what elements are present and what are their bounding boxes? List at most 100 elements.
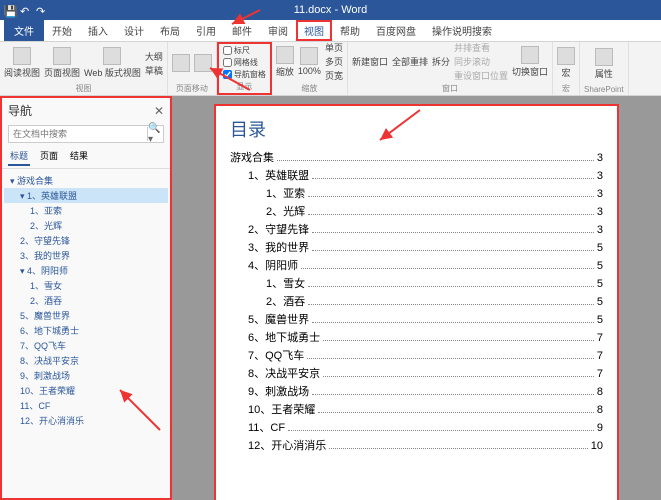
tab-10[interactable]: 操作说明搜索 [424,20,500,41]
toc-row[interactable]: 2、光辉3 [230,202,603,220]
tree-item[interactable]: 2、光辉 [4,218,168,233]
tree-item[interactable]: 11、CF [4,398,168,413]
reset-pos: 重设窗口位置 [454,69,508,82]
page-view[interactable]: 页面视图 [44,47,80,79]
tab-8[interactable]: 帮助 [332,20,368,41]
tab-file[interactable]: 文件 [4,20,44,41]
tab-9[interactable]: 百度网盘 [368,20,424,41]
toc-leader [312,232,594,233]
toc-row[interactable]: 7、QQ飞车7 [230,346,603,364]
tab-0[interactable]: 开始 [44,20,80,41]
zoom-multi[interactable]: 多页 [325,55,343,68]
pagemove-2[interactable] [194,54,212,72]
tab-1[interactable]: 插入 [80,20,116,41]
toc-row[interactable]: 1、英雄联盟3 [230,166,603,184]
toc-page: 3 [597,224,603,236]
toc-row[interactable]: 2、守望先锋3 [230,220,603,238]
switch-window[interactable]: 切换窗口 [512,46,548,78]
document-area[interactable]: 目录 游戏合集31、英雄联盟31、亚索32、光辉32、守望先锋33、我的世界54… [172,96,661,500]
tree-item[interactable]: ▾ 游戏合集 [4,173,168,188]
search-input[interactable] [9,129,147,139]
search-icon[interactable]: 🔍▾ [147,127,163,141]
tree-item[interactable]: 6、地下城勇士 [4,323,168,338]
zoom-one[interactable]: 单页 [325,41,343,54]
toc-page: 10 [591,440,603,452]
close-icon[interactable]: ✕ [154,104,164,118]
macro-button[interactable]: 宏 [557,47,575,79]
tree-item[interactable]: 1、雪女 [4,278,168,293]
toc-row[interactable]: 9、刺激战场8 [230,382,603,400]
toc-text: 2、酒吞 [230,293,305,309]
tab-4[interactable]: 引用 [188,20,224,41]
nav-search[interactable]: 🔍▾ [8,125,164,143]
ruler-checkbox[interactable]: 标尺 [223,45,266,56]
toc-text: 4、阴阳师 [230,257,298,273]
toc-leader [308,304,594,305]
tree-item[interactable]: 9、刺激战场 [4,368,168,383]
toc-row[interactable]: 1、雪女5 [230,274,603,292]
redo-icon[interactable]: ↷ [36,5,46,15]
toc-row[interactable]: 游戏合集3 [230,148,603,166]
tab-2[interactable]: 设计 [116,20,152,41]
navpane-checkbox[interactable]: 导航窗格 [223,69,266,80]
toc-row[interactable]: 2、酒吞5 [230,292,603,310]
toc-row[interactable]: 5、魔兽世界5 [230,310,603,328]
toc-leader [288,430,594,431]
tree-item[interactable]: 12、开心消消乐 [4,413,168,428]
toc-leader [312,322,594,323]
tree-item[interactable]: 8、决战平安京 [4,353,168,368]
toc-text: 1、雪女 [230,275,305,291]
group-macro: 宏 宏 [553,42,580,95]
toc-text: 9、刺激战场 [230,383,309,399]
tree-item[interactable]: ▾ 4、阴阳师 [4,263,168,278]
nav-tab-headings[interactable]: 标题 [8,147,30,166]
read-view[interactable]: 阅读视图 [4,47,40,79]
toc-leader [323,376,594,377]
pagemove-1[interactable] [172,54,190,72]
toc-leader [312,250,594,251]
tree-item[interactable]: 10、王者荣耀 [4,383,168,398]
group-pagemove: 页面移动 [168,42,217,95]
tree-item[interactable]: 2、守望先锋 [4,233,168,248]
zoom-100[interactable]: 100% [298,47,321,76]
toc-leader [312,178,594,179]
toc-row[interactable]: 4、阴阳师5 [230,256,603,274]
tab-5[interactable]: 邮件 [224,20,260,41]
properties-button[interactable]: 属性 [595,48,613,80]
outline-view[interactable]: 大纲 [145,50,163,63]
draft-view[interactable]: 草稿 [145,64,163,77]
tree-item[interactable]: 5、魔兽世界 [4,308,168,323]
save-icon[interactable]: 💾 [4,5,14,15]
toc-row[interactable]: 1、亚索3 [230,184,603,202]
nav-tabs: 标题 页面 结果 [2,145,170,169]
web-view[interactable]: Web 版式视图 [84,47,141,79]
tab-7[interactable]: 视图 [296,20,332,41]
toc-row[interactable]: 8、决战平安京7 [230,364,603,382]
split-window[interactable]: 拆分 [432,55,450,68]
toc-row[interactable]: 10、王者荣耀8 [230,400,603,418]
nav-tab-pages[interactable]: 页面 [38,147,60,166]
tree-item[interactable]: ▾ 1、英雄联盟 [4,188,168,203]
side-by-side: 并排查看 [454,41,508,54]
tree-item[interactable]: 7、QQ飞车 [4,338,168,353]
toc-text: 2、光辉 [230,203,305,219]
undo-icon[interactable]: ↶ [20,5,30,15]
toc-row[interactable]: 11、CF9 [230,418,603,436]
toc-row[interactable]: 12、开心消消乐10 [230,436,603,454]
tree-item[interactable]: 1、亚索 [4,203,168,218]
arrange-all[interactable]: 全部重排 [392,55,428,68]
nav-tab-results[interactable]: 结果 [68,147,90,166]
toc-text: 7、QQ飞车 [230,347,304,363]
zoom-width[interactable]: 页宽 [325,69,343,82]
group-window: 新建窗口 全部重排 拆分 并排查看 同步滚动 重设窗口位置 切换窗口 窗口 [348,42,553,95]
tree-item[interactable]: 2、酒吞 [4,293,168,308]
gridlines-checkbox[interactable]: 网格线 [223,57,266,68]
new-window[interactable]: 新建窗口 [352,55,388,68]
toc-row[interactable]: 6、地下城勇士7 [230,328,603,346]
tab-3[interactable]: 布局 [152,20,188,41]
zoom-button[interactable]: 缩放 [276,46,294,78]
toc-row[interactable]: 3、我的世界5 [230,238,603,256]
group-views: 阅读视图 页面视图 Web 版式视图 大纲 草稿 视图 [0,42,168,95]
tab-6[interactable]: 审阅 [260,20,296,41]
tree-item[interactable]: 3、我的世界 [4,248,168,263]
